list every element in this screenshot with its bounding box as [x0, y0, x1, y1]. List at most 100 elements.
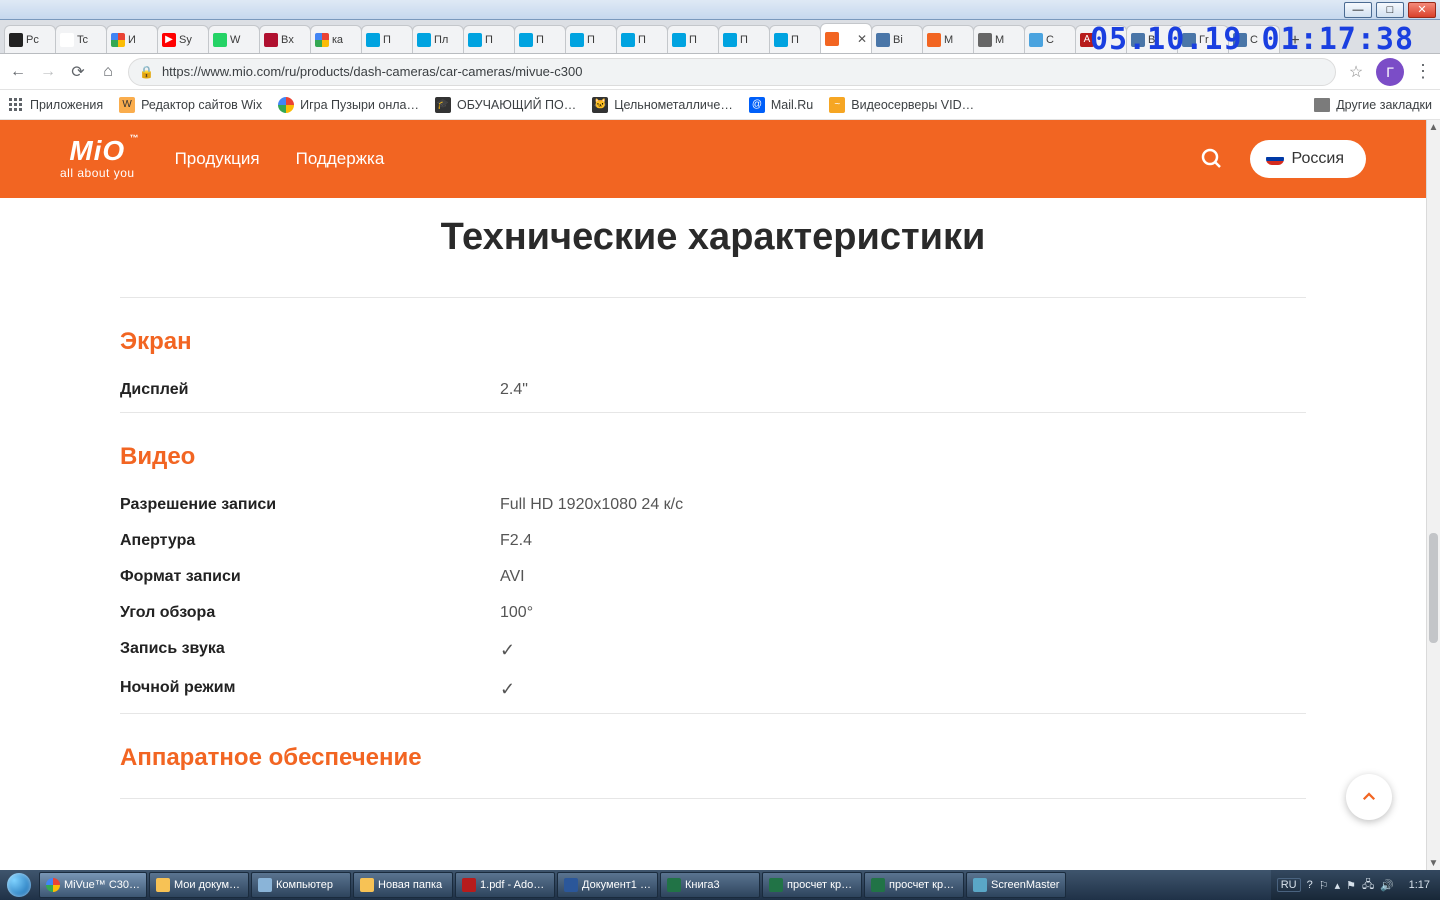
tab-label: Bx	[281, 34, 294, 46]
input-language[interactable]: RU	[1277, 878, 1301, 892]
tray-flag-icon[interactable]: ⚑	[1346, 879, 1356, 892]
bookmark-item[interactable]: @Mail.Ru	[749, 97, 813, 113]
browser-tab[interactable]: Pc	[4, 25, 56, 53]
window-maximize-button[interactable]: □	[1376, 2, 1404, 18]
country-selector[interactable]: Россия	[1250, 140, 1366, 178]
browser-tab[interactable]: ▶Sy	[157, 25, 209, 53]
spec-key: Запись звука	[120, 640, 500, 661]
favicon	[9, 33, 23, 47]
nav-home-button[interactable]: ⌂	[98, 62, 118, 82]
profile-avatar[interactable]: Г	[1376, 58, 1404, 86]
taskbar-app-icon	[46, 878, 60, 892]
browser-menu-button[interactable]: ⋮	[1414, 61, 1432, 82]
star-bookmark-button[interactable]: ☆	[1346, 62, 1366, 82]
taskbar-button[interactable]: Новая папка	[353, 872, 453, 898]
taskbar-button[interactable]: просчет кр…	[762, 872, 862, 898]
taskbar-app-icon	[564, 878, 578, 892]
browser-tab[interactable]: Tc	[55, 25, 107, 53]
favicon	[264, 33, 278, 47]
bookmark-icon: 🐱	[592, 97, 608, 113]
browser-tab[interactable]: П	[361, 25, 413, 53]
browser-tab[interactable]: M	[922, 25, 974, 53]
vertical-scrollbar[interactable]: ▲ ▼	[1426, 120, 1440, 870]
taskbar-app-icon	[258, 878, 272, 892]
nav-back-button[interactable]: ←	[8, 62, 28, 82]
nav-products[interactable]: Продукция	[175, 149, 260, 169]
nav-support[interactable]: Поддержка	[296, 149, 385, 169]
taskbar-button[interactable]: Документ1 …	[557, 872, 658, 898]
tab-label: M	[995, 34, 1004, 46]
taskbar-button[interactable]: ScreenMaster	[966, 872, 1066, 898]
windows-taskbar: MiVue™ C30…Мои докум…Компьютер Новая папк…	[0, 870, 1440, 900]
tab-close-button[interactable]: ✕	[855, 32, 867, 46]
address-bar[interactable]: 🔒 https://www.mio.com/ru/products/dash-c…	[128, 58, 1336, 86]
bookmark-item[interactable]: 🎓ОБУЧАЮЩИЙ ПО…	[435, 97, 576, 113]
scroll-up-arrow[interactable]: ▲	[1427, 120, 1440, 134]
folder-icon	[1314, 98, 1330, 112]
tray-volume-icon[interactable]: 🔊	[1380, 879, 1394, 892]
bookmark-item[interactable]: WРедактор сайтов Wix	[119, 97, 262, 113]
tray-action-center-icon[interactable]: ⚐	[1319, 879, 1329, 892]
tab-label: кa	[332, 34, 343, 46]
browser-tab[interactable]: П	[514, 25, 566, 53]
spec-value: 2.4"	[500, 381, 528, 399]
browser-tab[interactable]: Bx	[259, 25, 311, 53]
taskbar-button[interactable]: Книга3	[660, 872, 760, 898]
taskbar-button[interactable]: Мои докум…	[149, 872, 249, 898]
window-minimize-button[interactable]: —	[1344, 2, 1372, 18]
browser-tab[interactable]: Bi	[871, 25, 923, 53]
scroll-thumb[interactable]	[1429, 533, 1438, 643]
bookmark-item[interactable]: Приложения	[8, 97, 103, 113]
browser-tab[interactable]: П	[616, 25, 668, 53]
browser-tab[interactable]: кa	[310, 25, 362, 53]
tab-label: П	[689, 34, 697, 46]
favicon	[978, 33, 992, 47]
taskbar-button-label: Документ1 …	[582, 879, 651, 891]
search-icon	[1200, 147, 1224, 171]
bookmark-label: Редактор сайтов Wix	[141, 98, 262, 112]
taskbar-app-icon	[769, 878, 783, 892]
page-viewport: MiO™ all about you Продукция Поддержка Р…	[0, 120, 1426, 870]
tray-chevron-icon[interactable]: ▴	[1335, 879, 1341, 892]
browser-tab[interactable]: И	[106, 25, 158, 53]
taskbar-app-icon	[973, 878, 987, 892]
browser-tab[interactable]: П	[769, 25, 821, 53]
browser-tab[interactable]: П	[718, 25, 770, 53]
browser-tab[interactable]: П	[565, 25, 617, 53]
nav-forward-button[interactable]: →	[38, 62, 58, 82]
url-text: https://www.mio.com/ru/products/dash-cam…	[162, 64, 582, 79]
browser-tab[interactable]: Пл	[412, 25, 464, 53]
taskbar-button-label: Новая папка	[378, 879, 442, 891]
tray-help-icon[interactable]: ?	[1307, 879, 1313, 891]
bookmark-item[interactable]: Игра Пузыри онла…	[278, 97, 419, 113]
browser-tab[interactable]: ✕	[820, 23, 872, 53]
scroll-down-arrow[interactable]: ▼	[1427, 856, 1440, 870]
search-button[interactable]	[1198, 145, 1226, 173]
taskbar-button-label: Книга3	[685, 879, 720, 891]
favicon	[672, 33, 686, 47]
taskbar-button[interactable]: 1.pdf - Ado…	[455, 872, 555, 898]
bookmark-item[interactable]: 🐱Цельнометалличе…	[592, 97, 733, 113]
country-label: Россия	[1292, 150, 1344, 168]
bookmark-icon: @	[749, 97, 765, 113]
start-button[interactable]	[0, 870, 38, 900]
bookmark-item[interactable]: ~Видеосерверы VID…	[829, 97, 974, 113]
browser-tab[interactable]: C	[1024, 25, 1076, 53]
spec-value: AVI	[500, 568, 525, 586]
other-bookmarks[interactable]: Другие закладки	[1314, 98, 1432, 112]
taskbar-button[interactable]: Компьютер	[251, 872, 351, 898]
taskbar-button[interactable]: MiVue™ C30…	[39, 872, 147, 898]
mio-logo[interactable]: MiO™ all about you	[60, 138, 135, 179]
browser-tab[interactable]: П	[463, 25, 515, 53]
spec-row: Ночной режим✓	[120, 670, 1306, 709]
tray-network-icon[interactable]: 🖧	[1362, 876, 1374, 895]
browser-tab[interactable]: M	[973, 25, 1025, 53]
tray-clock[interactable]: 1:17	[1400, 879, 1434, 891]
window-close-button[interactable]: ✕	[1408, 2, 1436, 18]
browser-tab[interactable]: W	[208, 25, 260, 53]
spec-key: Апертура	[120, 532, 500, 550]
browser-tab[interactable]: П	[667, 25, 719, 53]
taskbar-button[interactable]: просчет кр…	[864, 872, 964, 898]
scroll-to-top-button[interactable]	[1346, 774, 1392, 820]
nav-reload-button[interactable]: ⟳	[68, 62, 88, 82]
